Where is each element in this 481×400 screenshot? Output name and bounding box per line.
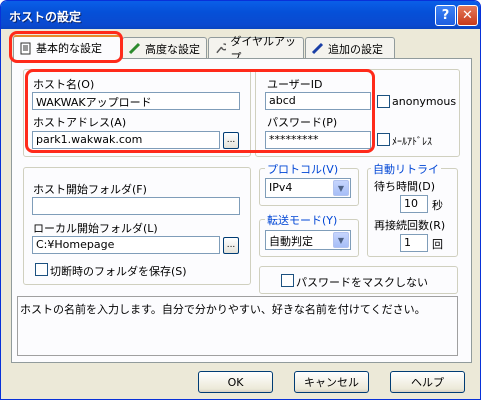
host-start-folder-label: ホスト開始フォルダ(F)	[33, 183, 147, 196]
local-start-folder-field[interactable]: C:¥Homepage	[32, 236, 220, 254]
help-button[interactable]: ヘルプ	[390, 371, 465, 393]
transfer-mode-label: 転送モード(Y)	[265, 212, 340, 228]
protocol-select[interactable]: IPv4 ▼	[265, 178, 351, 198]
anonymous-label: anonymous	[392, 95, 457, 108]
local-start-folder-label: ローカル開始フォルダ(L)	[33, 222, 158, 235]
help-title-button[interactable]: ?	[435, 5, 456, 26]
chevron-down-icon: ▼	[333, 180, 349, 196]
retry-count-unit: 回	[432, 238, 443, 251]
description-text: ホストの名前を入力します。自分で分かりやすい、好きな名前を付けてください。	[17, 296, 458, 356]
password-field[interactable]: *********	[265, 131, 371, 149]
user-id-label: ユーザーID	[267, 78, 323, 91]
password-label: パスワード(P)	[267, 116, 338, 129]
transfer-mode-value: 自動判定	[269, 235, 313, 248]
save-folder-checkbox[interactable]	[35, 263, 48, 276]
host-start-folder-field[interactable]	[32, 197, 240, 215]
pencil-icon	[311, 42, 324, 55]
retry-count-field[interactable]: 1	[400, 234, 428, 252]
host-name-field[interactable]: WAKWAKアップロード	[32, 92, 240, 110]
save-folder-label: 切断時のフォルダを保存(S)	[50, 265, 187, 278]
user-id-field[interactable]: abcd	[265, 92, 371, 110]
wait-time-label: 待ち時間(D)	[374, 180, 436, 193]
transfer-mode-select[interactable]: 自動判定 ▼	[265, 230, 351, 250]
protocol-value: IPv4	[269, 181, 293, 194]
chevron-down-icon: ▼	[333, 232, 349, 248]
tab-additional[interactable]: 追加の設定	[305, 37, 395, 59]
local-folder-browse-button[interactable]: ...	[223, 237, 239, 254]
title-bar[interactable]: ホストの設定 ? ✕	[1, 1, 480, 29]
mask-password-checkbox[interactable]	[281, 274, 294, 287]
wait-time-field[interactable]: 10	[400, 195, 428, 213]
cancel-button[interactable]: キャンセル	[294, 371, 369, 393]
tab-additional-label: 追加の設定	[328, 42, 383, 56]
tab-advanced-label: 高度な設定	[145, 42, 200, 56]
auto-retry-label: 自動リトライ	[371, 161, 441, 177]
host-settings-dialog: ホストの設定 ? ✕ 基本的な設定 高度な設定 ダイヤルアップ 追加の設定 ホス…	[0, 0, 481, 400]
notebook-icon	[20, 42, 31, 54]
pen-icon	[128, 42, 141, 55]
tab-dialup[interactable]: ダイヤルアップ	[208, 35, 304, 64]
tab-basic[interactable]: 基本的な設定	[13, 35, 121, 59]
mail-address-label: ﾒｰﾙｱﾄﾞﾚｽ	[392, 137, 432, 148]
host-address-label: ホストアドレス(A)	[33, 116, 127, 129]
wait-time-unit: 秒	[432, 199, 443, 212]
anonymous-checkbox[interactable]	[377, 95, 390, 108]
tab-advanced[interactable]: 高度な設定	[122, 37, 207, 59]
host-address-browse-button[interactable]: ...	[223, 132, 239, 149]
mask-password-label: パスワードをマスクしない	[296, 276, 428, 289]
protocol-label: プロトコル(V)	[265, 161, 341, 177]
ok-button[interactable]: OK	[198, 371, 273, 393]
wrench-icon	[216, 43, 227, 54]
window-title: ホストの設定	[9, 10, 82, 24]
host-name-label: ホスト名(O)	[33, 78, 95, 91]
host-address-field[interactable]: park1.wakwak.com	[32, 131, 220, 149]
close-button[interactable]: ✕	[457, 5, 478, 26]
mail-address-checkbox[interactable]	[377, 133, 390, 146]
tab-basic-label: 基本的な設定	[36, 42, 102, 55]
retry-count-label: 再接続回数(R)	[374, 219, 446, 232]
